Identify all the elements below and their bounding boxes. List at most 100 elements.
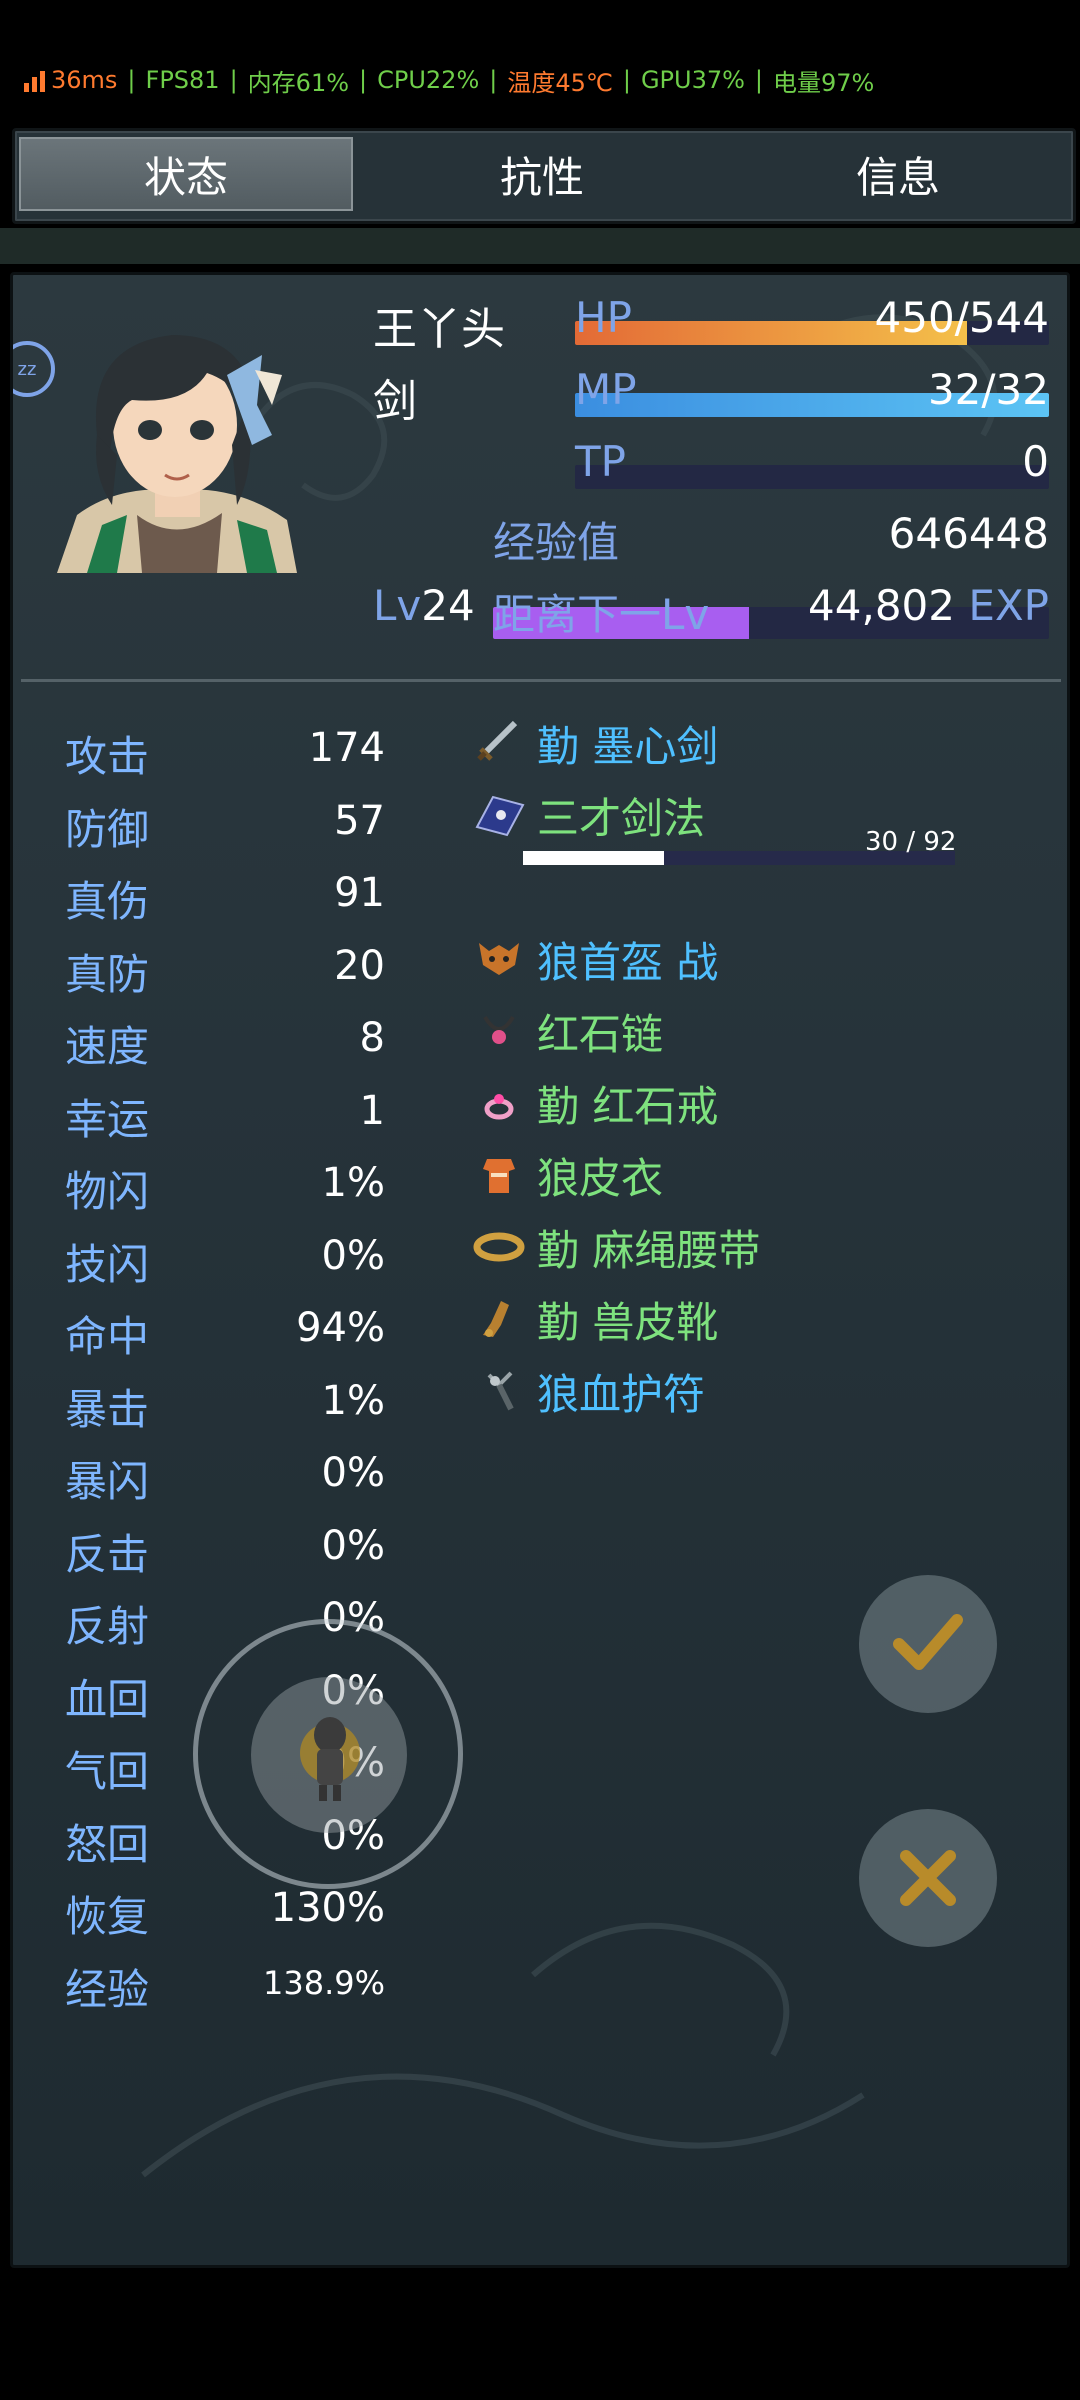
sword-icon bbox=[471, 719, 527, 767]
equipment-label: 红石链 bbox=[537, 1009, 664, 1059]
stat-value: 94% bbox=[296, 1305, 385, 1351]
stat-label: 暴击 bbox=[65, 1384, 150, 1434]
necklace-icon bbox=[471, 1007, 527, 1055]
equipment-label: 勤 墨心剑 bbox=[537, 721, 719, 771]
stat-value: 1 bbox=[359, 1087, 385, 1134]
hp-label: HP bbox=[575, 293, 632, 342]
tab-resistance[interactable]: 抗性 bbox=[375, 137, 709, 211]
armor-icon bbox=[471, 1151, 527, 1199]
boots-icon bbox=[471, 1295, 527, 1343]
separator-strip bbox=[0, 228, 1080, 264]
stat-value: 0% bbox=[321, 1450, 385, 1496]
equipment-slot[interactable]: 勤 墨心剑 bbox=[471, 715, 718, 771]
level-label: Lv bbox=[373, 581, 422, 630]
temperature-text: 温度45℃ bbox=[507, 68, 613, 97]
stat-value: 91 bbox=[334, 870, 385, 916]
hp-value: 450/544 bbox=[874, 293, 1049, 342]
stat-label: 攻击 bbox=[65, 732, 150, 781]
confirm-button[interactable] bbox=[859, 1575, 997, 1713]
equipment-slot[interactable]: 狼血护符 bbox=[471, 1363, 705, 1419]
tab-info[interactable]: 信息 bbox=[731, 137, 1065, 211]
character-sprite-icon bbox=[300, 1717, 360, 1801]
signal-icon bbox=[24, 68, 45, 92]
cancel-button[interactable] bbox=[859, 1809, 997, 1947]
stat-label: 暴闪 bbox=[65, 1457, 150, 1506]
ring-icon bbox=[471, 1079, 527, 1127]
performance-overlay: 36ms | FPS81 | 内存61% | CPU22% | 温度45℃ | … bbox=[24, 62, 874, 98]
stat-value: 8 bbox=[359, 1015, 385, 1061]
equipment-slot[interactable]: 勤 红石戒 bbox=[471, 1075, 718, 1131]
next-level-label: 距离下一Lv bbox=[493, 590, 710, 639]
equipment-slot[interactable]: 勤 兽皮靴 bbox=[471, 1291, 718, 1347]
skill-progress-text: 30 / 92 bbox=[865, 827, 957, 857]
equipment-slot[interactable]: 狼首盔 战 bbox=[471, 931, 718, 987]
level-value: 24 bbox=[421, 581, 475, 630]
ping-text: 36ms bbox=[51, 66, 118, 94]
stat-value: 57 bbox=[334, 797, 385, 844]
stat-label: 反射 bbox=[65, 1602, 150, 1651]
stat-label: 怒回 bbox=[65, 1819, 150, 1869]
stat-label: 命中 bbox=[65, 1312, 150, 1361]
stat-label: 真防 bbox=[65, 949, 150, 999]
stat-label: 气回 bbox=[65, 1747, 150, 1796]
stat-label: 幸运 bbox=[65, 1094, 150, 1144]
stat-label: 经验 bbox=[65, 1964, 150, 2014]
level-display: Lv24 bbox=[373, 581, 475, 630]
equipment-slot[interactable]: 勤 麻绳腰带 bbox=[471, 1219, 760, 1275]
equipment-label: 勤 麻绳腰带 bbox=[537, 1225, 761, 1275]
belt-icon bbox=[471, 1223, 527, 1271]
character-class: 剑 bbox=[373, 376, 417, 427]
tab-status[interactable]: 状态 bbox=[19, 137, 353, 211]
stat-label: 反击 bbox=[65, 1529, 150, 1579]
amulet-icon bbox=[471, 1367, 527, 1415]
next-level-unit: EXP bbox=[968, 581, 1049, 630]
equipment-label: 狼皮衣 bbox=[537, 1153, 664, 1203]
fps-text: FPS81 bbox=[145, 66, 220, 94]
gpu-text: GPU37% bbox=[640, 66, 745, 94]
stat-value: 130% bbox=[270, 1885, 385, 1931]
skill-progress-fill bbox=[523, 851, 664, 865]
equipment-label: 勤 红石戒 bbox=[537, 1081, 719, 1131]
equipment-label: 勤 兽皮靴 bbox=[537, 1297, 719, 1347]
equipment-label: 狼首盔 战 bbox=[537, 937, 719, 987]
next-level-display: 44,802 EXP bbox=[783, 581, 1049, 630]
exp-value: 646448 bbox=[888, 509, 1049, 558]
check-icon bbox=[893, 1614, 963, 1670]
exp-label: 经验值 bbox=[493, 518, 620, 567]
stat-label: 血回 bbox=[65, 1674, 150, 1724]
character-portrait bbox=[57, 335, 297, 573]
stat-label: 技闪 bbox=[65, 1239, 150, 1289]
stat-label: 恢复 bbox=[65, 1892, 150, 1941]
next-level-value: 44,802 bbox=[808, 581, 955, 630]
bottom-bar bbox=[0, 2270, 1080, 2400]
equipment-slot[interactable]: 红石链 bbox=[471, 1003, 663, 1059]
tp-label: TP bbox=[575, 437, 626, 486]
character-name: 王丫头 bbox=[373, 304, 505, 355]
tp-value: 0 bbox=[1022, 437, 1049, 486]
stat-value: 1% bbox=[321, 1377, 385, 1424]
tab-bar: 状态 抗性 信息 bbox=[12, 128, 1076, 224]
stat-label: 真伤 bbox=[65, 877, 150, 926]
stat-label: 速度 bbox=[65, 1022, 150, 1071]
equipment-label: 三才剑法 bbox=[537, 793, 706, 843]
stat-label: 物闪 bbox=[65, 1167, 150, 1216]
equipment-label: 狼血护符 bbox=[537, 1369, 706, 1419]
equipment-slot[interactable]: 三才剑法 bbox=[471, 787, 705, 843]
section-divider bbox=[21, 679, 1061, 682]
battery-text: 电量97% bbox=[773, 68, 875, 97]
wolf-helmet-icon bbox=[471, 935, 527, 983]
stat-label: 防御 bbox=[65, 804, 150, 854]
status-panel: zz 王丫头 剑 Lv24 HP 450/544 MP 32/32 TP 0 经… bbox=[10, 272, 1070, 2268]
equipment-slot[interactable]: 狼皮衣 bbox=[471, 1147, 663, 1203]
skill-book-icon bbox=[471, 791, 527, 839]
mp-value: 32/32 bbox=[927, 365, 1049, 414]
stat-value: 174 bbox=[308, 725, 385, 771]
stat-value: 0% bbox=[321, 1232, 385, 1279]
stat-value: 138.9% bbox=[262, 1963, 385, 2002]
close-icon bbox=[900, 1850, 956, 1906]
memory-text: 内存61% bbox=[247, 68, 350, 97]
stat-value: 1% bbox=[321, 1160, 385, 1206]
stat-value: 0% bbox=[321, 1522, 385, 1569]
cpu-text: CPU22% bbox=[377, 66, 480, 94]
mp-label: MP bbox=[575, 365, 637, 414]
